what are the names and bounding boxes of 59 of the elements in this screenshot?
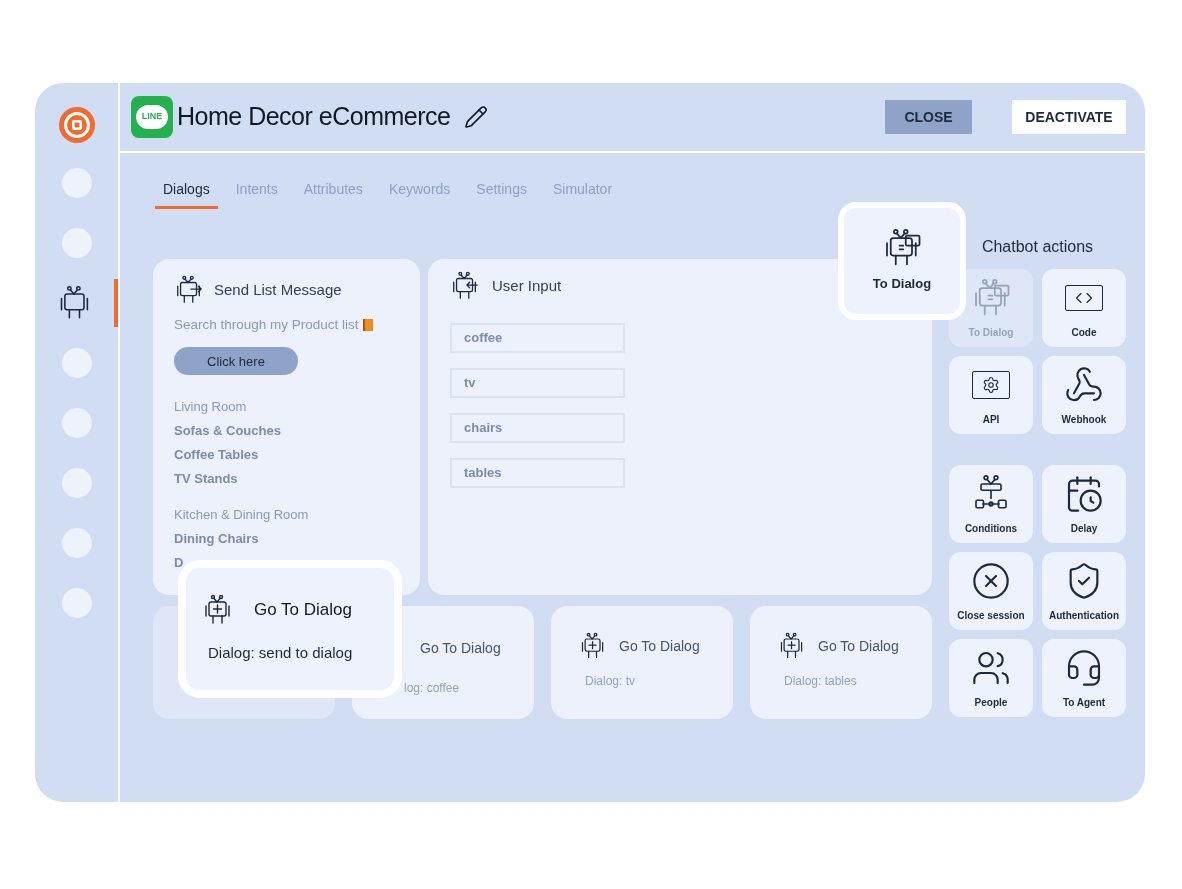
action-label: Authentication bbox=[1049, 608, 1119, 623]
action-tile[interactable]: Code bbox=[1042, 269, 1126, 347]
action-tile[interactable]: Delay bbox=[1042, 465, 1126, 543]
action-label: API bbox=[982, 412, 1000, 427]
action-label: Code bbox=[1071, 325, 1097, 340]
action-tile[interactable]: Authentication bbox=[1042, 552, 1126, 630]
action-label: To Dialog bbox=[968, 325, 1014, 340]
card-subtitle: Dialog: tv bbox=[585, 673, 637, 690]
edit-icon[interactable] bbox=[464, 105, 489, 129]
action-label: To Agent bbox=[1062, 695, 1106, 710]
book-icon bbox=[362, 319, 373, 332]
option-field[interactable]: chairs bbox=[450, 413, 625, 443]
option-field[interactable]: coffee bbox=[450, 323, 625, 353]
card-subtitle: Dialog: send to dialog bbox=[208, 643, 354, 663]
list-item[interactable]: TV Stands bbox=[174, 467, 238, 492]
list-item[interactable]: Dining Chairs bbox=[174, 527, 259, 552]
tab[interactable]: Dialogs bbox=[155, 179, 218, 209]
card-title: Go To Dialog bbox=[254, 599, 352, 622]
action-tile[interactable]: To Agent bbox=[1042, 639, 1126, 717]
card-title: User Input bbox=[492, 275, 562, 296]
action-label: Webhook bbox=[1061, 412, 1107, 427]
card-subtitle: Dialog: tables bbox=[784, 673, 858, 690]
logo-text: LINE bbox=[141, 110, 163, 124]
list-item[interactable]: Sofas & Couches bbox=[174, 419, 281, 444]
robot-icon bbox=[174, 275, 204, 305]
option-field[interactable]: tv bbox=[450, 368, 625, 398]
close-icon bbox=[971, 560, 1011, 601]
dialog-card[interactable]: Go To Dialog Dialog: tv bbox=[551, 606, 733, 719]
section-heading: Living Room bbox=[174, 398, 248, 417]
section-heading: Kitchen & Dining Room bbox=[174, 506, 310, 525]
gear-icon bbox=[972, 370, 1010, 399]
action-tile[interactable]: Close session bbox=[949, 552, 1033, 630]
action-label: People bbox=[974, 695, 1008, 710]
robot-icon bbox=[450, 271, 480, 301]
card-title: Send List Message bbox=[214, 279, 342, 300]
action-tile[interactable]: People bbox=[949, 639, 1033, 717]
action-tile[interactable]: Webhook bbox=[1042, 356, 1126, 434]
action-label: Close session bbox=[957, 608, 1025, 623]
action-label: Delay bbox=[1070, 521, 1098, 536]
list-item[interactable]: Coffee Tables bbox=[174, 443, 259, 468]
header-button[interactable]: DEACTIVATE bbox=[1012, 100, 1126, 134]
card-title: Go To Dialog bbox=[619, 636, 700, 656]
actions-title: Chatbot actions bbox=[980, 237, 1095, 257]
card-title: Go To Dialog bbox=[420, 639, 502, 658]
action-label: To Dialog bbox=[872, 275, 932, 294]
card-text: Search through my Product list bbox=[174, 316, 359, 334]
click-here-button[interactable]: Click here bbox=[174, 347, 298, 376]
option-field[interactable]: tables bbox=[450, 458, 625, 488]
action-tile[interactable]: API bbox=[949, 356, 1033, 434]
code-icon bbox=[1065, 284, 1103, 311]
action-tile[interactable]: Conditions bbox=[949, 465, 1033, 543]
project-title: Home Decor eCommerce bbox=[177, 101, 451, 133]
action-label: Conditions bbox=[964, 521, 1018, 536]
logo-icon bbox=[56, 105, 97, 145]
header-button[interactable]: CLOSE bbox=[885, 100, 972, 134]
dialog-card[interactable]: Go To Dialog Dialog: tables bbox=[750, 606, 932, 719]
card-subtitle: log: coffee bbox=[404, 680, 461, 697]
dragged-action-overlay[interactable]: To Dialog bbox=[838, 202, 966, 320]
card-title: Go To Dialog bbox=[818, 636, 899, 656]
